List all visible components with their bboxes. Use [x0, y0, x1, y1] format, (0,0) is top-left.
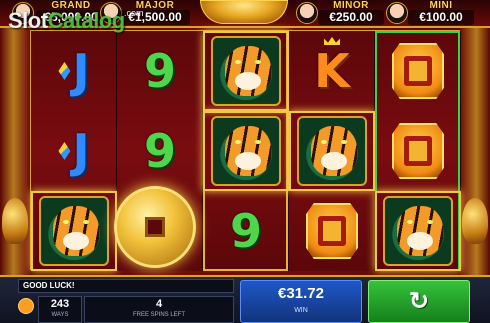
q-tile-icon [392, 43, 444, 99]
symbol-tiger [289, 111, 375, 191]
reel-5 [375, 31, 461, 271]
tiger-icon [297, 116, 367, 186]
avatar-icon [296, 2, 318, 24]
gold-coin-icon [114, 186, 196, 268]
ways-label: WAYS [51, 312, 69, 318]
jackpot-minor: MINOR €250.00 [318, 0, 384, 27]
q-tile-icon [392, 123, 444, 179]
symbol-tiger [203, 111, 289, 191]
tiger-icon [39, 196, 109, 266]
symbol-tiger [31, 191, 117, 271]
symbol-q [289, 191, 375, 271]
symbol-j: J [31, 31, 117, 111]
free-spins-counter: 4 FREE SPINS LEFT [84, 296, 234, 323]
reel-4: K [289, 31, 375, 271]
ways-counter: 243 WAYS [38, 296, 82, 323]
game-screen: GRAND €5,000.00 MAJOR €1,500.00 MINOR €2… [0, 0, 490, 323]
symbol-9: 9 [229, 204, 262, 258]
reel-grid: J J 9 9 9 K [30, 30, 461, 271]
symbol-j: J [31, 111, 117, 191]
jackpot-minor-value: €250.00 [318, 10, 384, 25]
gem-icon [58, 62, 71, 80]
dragon-head-icon [2, 198, 28, 244]
symbol-9: 9 [143, 124, 176, 178]
jackpot-mini-value: €100.00 [408, 10, 474, 25]
status-message: GOOD LUCK! [18, 279, 234, 293]
reel-3: 9 [203, 31, 289, 271]
jackpot-mini: MINI €100.00 [408, 0, 474, 27]
dragon-head-icon [462, 198, 488, 244]
menu-icon[interactable] [18, 298, 34, 314]
free-spins-label: FREE SPINS LEFT [132, 312, 185, 318]
win-label: WIN [294, 307, 308, 314]
reel-1: J J [31, 31, 117, 271]
tiger-icon [211, 116, 281, 186]
symbol-tiger [375, 191, 461, 271]
tiger-icon [211, 36, 281, 106]
symbol-q [375, 31, 461, 111]
symbol-k: K [289, 31, 375, 111]
gem-icon [58, 142, 71, 160]
avatar-icon [386, 2, 408, 24]
symbol-q [375, 111, 461, 191]
win-value: €31.72 [278, 285, 324, 302]
ways-value: 243 [50, 298, 70, 310]
crown-icon [324, 37, 340, 45]
watermark-suffix: .com [124, 8, 144, 18]
q-tile-icon [306, 203, 358, 259]
spin-button[interactable]: ↻ [368, 280, 470, 323]
free-spins-value: 4 [155, 298, 163, 310]
win-display: €31.72 WIN [240, 280, 362, 323]
symbol-tiger [203, 31, 289, 111]
watermark-logo: SlotCatalog [8, 8, 125, 33]
tiger-icon [383, 196, 453, 266]
symbol-9: 9 [143, 44, 176, 98]
treasure-bowl-icon [200, 0, 288, 24]
circular-arrow-icon: ↻ [408, 287, 430, 315]
